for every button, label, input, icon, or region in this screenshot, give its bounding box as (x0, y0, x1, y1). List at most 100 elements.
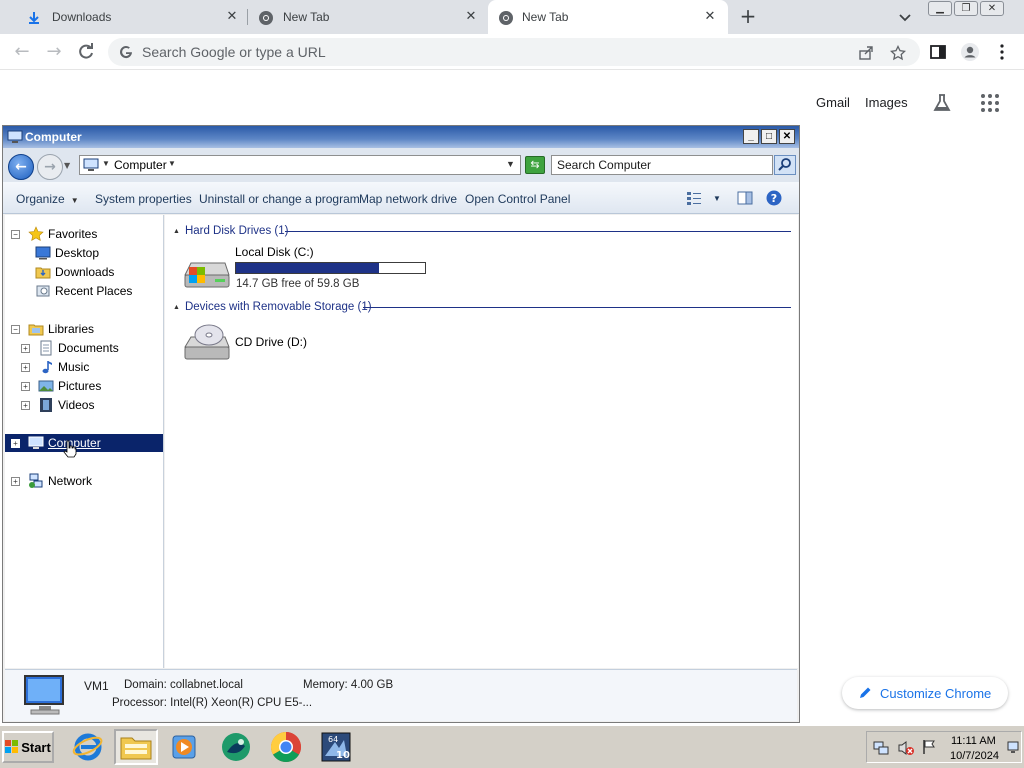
close-tab-icon[interactable]: ✕ (702, 9, 718, 25)
start-button[interactable]: Start (2, 731, 54, 763)
volume-muted-icon[interactable] (897, 740, 915, 756)
nav-item-favorites[interactable]: − Favorites (11, 225, 97, 243)
collapse-icon[interactable]: − (11, 229, 20, 239)
customize-chrome-button[interactable]: Customize Chrome (842, 677, 1008, 709)
nav-item-documents[interactable]: + Documents (21, 339, 119, 357)
system-properties-button[interactable]: System properties (95, 192, 192, 206)
computer-processor: Processor: Intel(R) Xeon(R) CPU E5-... (112, 697, 313, 709)
tab-downloads[interactable]: Downloads ✕ (8, 0, 246, 34)
close-tab-icon[interactable]: ✕ (463, 9, 479, 25)
nav-item-desktop[interactable]: Desktop (35, 244, 99, 262)
close-tab-icon[interactable]: ✕ (224, 9, 240, 25)
star-icon (28, 226, 44, 241)
explorer-maximize-button[interactable]: □ (761, 129, 777, 144)
breadcrumb-chevron-icon[interactable]: ▼ (102, 159, 110, 168)
address-dropdown-icon[interactable]: ▼ (506, 159, 515, 169)
new-tab-button[interactable]: + (738, 6, 758, 26)
explorer-search-box[interactable] (551, 155, 773, 175)
view-dropdown-icon[interactable]: ▼ (713, 194, 721, 203)
taskbar-internet-explorer[interactable] (66, 729, 110, 765)
expand-icon[interactable]: + (11, 476, 20, 486)
breadcrumb-dropdown-icon[interactable]: ▼ (168, 159, 176, 168)
folder-icon (120, 737, 152, 760)
organize-menu[interactable]: Organize ▼ (16, 192, 79, 206)
tab-new-tab[interactable]: New Tab ✕ (248, 0, 486, 34)
tab-new-tab-active[interactable]: New Tab ✕ (488, 0, 728, 34)
computer-icon (7, 130, 23, 143)
restore-button[interactable]: ❐ (954, 1, 978, 16)
back-button[interactable]: ← (12, 42, 32, 62)
explorer-refresh-button[interactable]: ⇆ (525, 156, 545, 174)
profile-avatar-icon[interactable] (960, 42, 980, 62)
reload-icon[interactable] (76, 42, 96, 62)
images-link[interactable]: Images (865, 95, 908, 110)
expand-icon[interactable]: + (21, 381, 30, 391)
explorer-window-title: Computer (25, 130, 82, 144)
nav-item-recent-places[interactable]: Recent Places (35, 282, 132, 300)
preview-pane-icon[interactable] (736, 189, 754, 207)
explorer-back-button[interactable]: ← (8, 154, 34, 180)
computer-name: VM1 (84, 679, 109, 693)
explorer-search-input[interactable] (557, 158, 757, 172)
share-icon[interactable] (858, 45, 874, 61)
minimize-button[interactable]: ▁ (928, 1, 952, 16)
expand-icon[interactable]: + (21, 362, 30, 372)
nav-label: Downloads (55, 265, 115, 279)
side-panel-icon[interactable] (928, 42, 948, 62)
labs-flask-icon[interactable] (931, 92, 953, 114)
explorer-address-bar[interactable]: ▼ Computer ▼ ▼ (79, 155, 521, 175)
network-tray-icon[interactable] (873, 740, 889, 756)
nav-item-music[interactable]: + Music (21, 358, 89, 376)
group-header-hard-disks[interactable]: ▲ Hard Disk Drives (1) (173, 223, 288, 239)
uninstall-program-button[interactable]: Uninstall or change a program (199, 192, 360, 206)
apps-grid-icon[interactable] (979, 92, 1001, 114)
expand-icon[interactable]: + (21, 343, 30, 353)
collapse-icon[interactable]: − (11, 324, 20, 334)
show-desktop-icon[interactable] (1007, 740, 1019, 754)
drive-usage-fill (236, 263, 379, 273)
gmail-link[interactable]: Gmail (816, 95, 850, 110)
download-icon (29, 12, 39, 24)
nav-item-pictures[interactable]: + Pictures (21, 377, 101, 395)
more-menu-icon[interactable] (992, 42, 1012, 62)
hard-drive-icon (184, 262, 230, 288)
nav-item-downloads[interactable]: Downloads (35, 263, 114, 281)
taskbar-green-app[interactable] (214, 729, 258, 765)
computer-icon (28, 436, 44, 449)
nav-item-libraries[interactable]: − Libraries (11, 320, 94, 338)
explorer-forward-button[interactable]: → (37, 154, 63, 180)
taskbar-file-explorer[interactable] (114, 729, 158, 765)
nav-item-network[interactable]: + Network (11, 472, 92, 490)
computer-memory: Memory: 4.00 GB (303, 679, 394, 691)
explorer-minimize-button[interactable]: _ (743, 129, 759, 144)
expand-icon[interactable]: + (11, 438, 20, 448)
forward-button[interactable]: → (44, 42, 64, 62)
bookmark-star-icon[interactable] (890, 45, 906, 61)
collapse-triangle-icon[interactable]: ▲ (173, 228, 180, 235)
view-options-icon[interactable] (685, 189, 703, 207)
explorer-close-button[interactable]: ✕ (779, 129, 795, 144)
close-window-button[interactable]: ✕ (980, 1, 1004, 16)
clock-time[interactable]: 11:11 AM (951, 735, 996, 747)
help-icon[interactable]: ? (765, 189, 783, 207)
omnibox[interactable] (108, 38, 920, 66)
nav-label: Documents (58, 341, 119, 355)
omnibox-input[interactable] (142, 42, 802, 62)
taskbar-remote-app[interactable]: 64 10 (314, 729, 358, 765)
expand-icon[interactable]: + (21, 400, 30, 410)
taskbar-media-player[interactable] (162, 729, 206, 765)
clock-date[interactable]: 10/7/2024 (950, 750, 999, 762)
history-dropdown-icon[interactable]: ▼ (64, 161, 70, 170)
nav-item-computer[interactable]: + Computer (5, 434, 163, 458)
chevron-down-icon[interactable] (896, 8, 914, 26)
open-control-panel-button[interactable]: Open Control Panel (465, 192, 570, 206)
explorer-search-button[interactable] (774, 155, 796, 175)
taskbar-chrome[interactable] (264, 729, 308, 765)
group-header-removable[interactable]: ▲ Devices with Removable Storage (1) (173, 299, 372, 315)
explorer-title-bar[interactable]: Computer _ □ ✕ (3, 126, 799, 148)
internet-explorer-icon (72, 733, 103, 761)
action-center-flag-icon[interactable] (921, 739, 937, 755)
collapse-triangle-icon[interactable]: ▲ (173, 304, 180, 311)
nav-item-videos[interactable]: + Videos (21, 396, 94, 414)
map-network-drive-button[interactable]: Map network drive (359, 192, 457, 206)
